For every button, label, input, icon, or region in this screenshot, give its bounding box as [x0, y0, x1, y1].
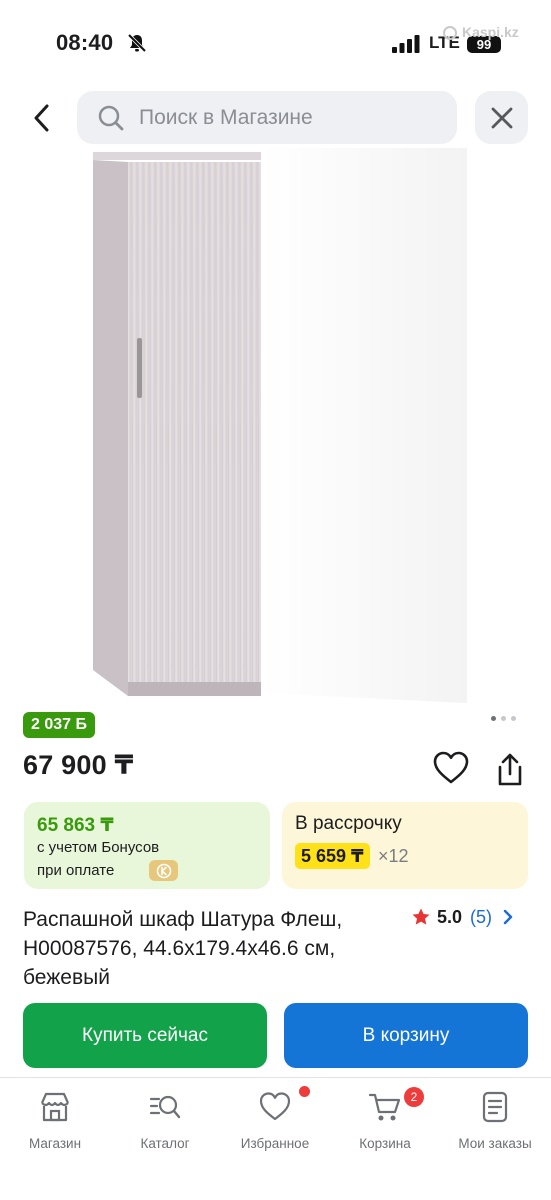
- installment-monthly: 5 659 ₸: [295, 843, 370, 869]
- close-search-button[interactable]: [475, 91, 528, 144]
- rating-link[interactable]: 5.0 (5): [411, 905, 514, 929]
- nav-label: Корзина: [359, 1136, 411, 1151]
- status-time: 08:40: [56, 30, 114, 55]
- bonus-price-card[interactable]: 65 863 ₸ с учетом Бонусов при оплате: [24, 802, 270, 889]
- status-bar: 08:40 LTE 99 Kaspi.kz: [0, 0, 551, 90]
- bonus-note-line1: с учетом Бонусов: [37, 839, 160, 856]
- product-price: 67 900 ₸: [23, 750, 134, 780]
- catalog-icon: [149, 1095, 181, 1119]
- kaspi-coin-icon: [149, 860, 178, 881]
- cart-icon: [368, 1093, 401, 1121]
- shop-icon: [40, 1092, 70, 1122]
- nav-label: Каталог: [140, 1136, 190, 1151]
- share-icon[interactable]: [492, 752, 528, 788]
- watermark-logo-icon: [443, 26, 457, 40]
- buy-now-button[interactable]: Купить сейчас: [23, 1003, 267, 1068]
- bonus-note-line2: при оплате: [37, 862, 115, 879]
- product-title: Распашной шкаф Шатура Флеш, Н00087576, 4…: [23, 908, 343, 989]
- orders-icon: [482, 1091, 508, 1123]
- watermark: Kaspi.kz: [462, 24, 519, 40]
- installment-multiplier: ×12: [378, 846, 409, 866]
- back-button[interactable]: [22, 98, 62, 138]
- heart-icon: [259, 1092, 291, 1121]
- add-to-cart-button[interactable]: В корзину: [284, 1003, 528, 1068]
- pagination-dot: [491, 716, 496, 721]
- bonus-badge: 2 037 Б: [23, 712, 95, 738]
- pagination-dot: [501, 716, 506, 721]
- nav-label: Магазин: [28, 1136, 82, 1151]
- cart-count-badge: 2: [404, 1087, 424, 1107]
- installment-title: В рассрочку: [295, 813, 402, 834]
- nav-item-cart[interactable]: Корзина 2: [330, 1087, 440, 1151]
- signal-icon: [392, 35, 420, 53]
- close-icon: [491, 107, 512, 128]
- review-count: (5): [470, 906, 493, 927]
- image-pagination: [491, 716, 516, 721]
- pagination-dot: [511, 716, 516, 721]
- star-icon: [412, 908, 430, 925]
- nav-item-catalog[interactable]: Каталог: [110, 1090, 220, 1151]
- search-input[interactable]: [139, 91, 439, 144]
- nav-item-orders[interactable]: Мои заказы: [440, 1090, 550, 1151]
- nav-item-shop[interactable]: Магазин: [0, 1090, 110, 1151]
- rating-score: 5.0: [437, 906, 463, 927]
- search-icon: [98, 105, 124, 131]
- bell-off-icon: [127, 33, 147, 53]
- bonus-price: 65 863 ₸: [37, 815, 114, 836]
- favorites-dot-badge: [299, 1086, 310, 1097]
- chevron-left-icon: [34, 104, 49, 132]
- search-bar[interactable]: [77, 91, 457, 144]
- product-image[interactable]: [83, 148, 467, 703]
- heart-icon[interactable]: [432, 750, 470, 786]
- nav-label: Мои заказы: [458, 1136, 532, 1151]
- installment-card[interactable]: В рассрочку 5 659 ₸ ×12: [282, 802, 528, 889]
- chevron-right-icon: [503, 909, 513, 925]
- nav-label: Избранное: [240, 1136, 310, 1151]
- nav-item-favorites[interactable]: Избранное: [220, 1086, 330, 1151]
- bottom-nav: Магазин Каталог Избранное Корзина 2 Мои …: [0, 1077, 551, 1200]
